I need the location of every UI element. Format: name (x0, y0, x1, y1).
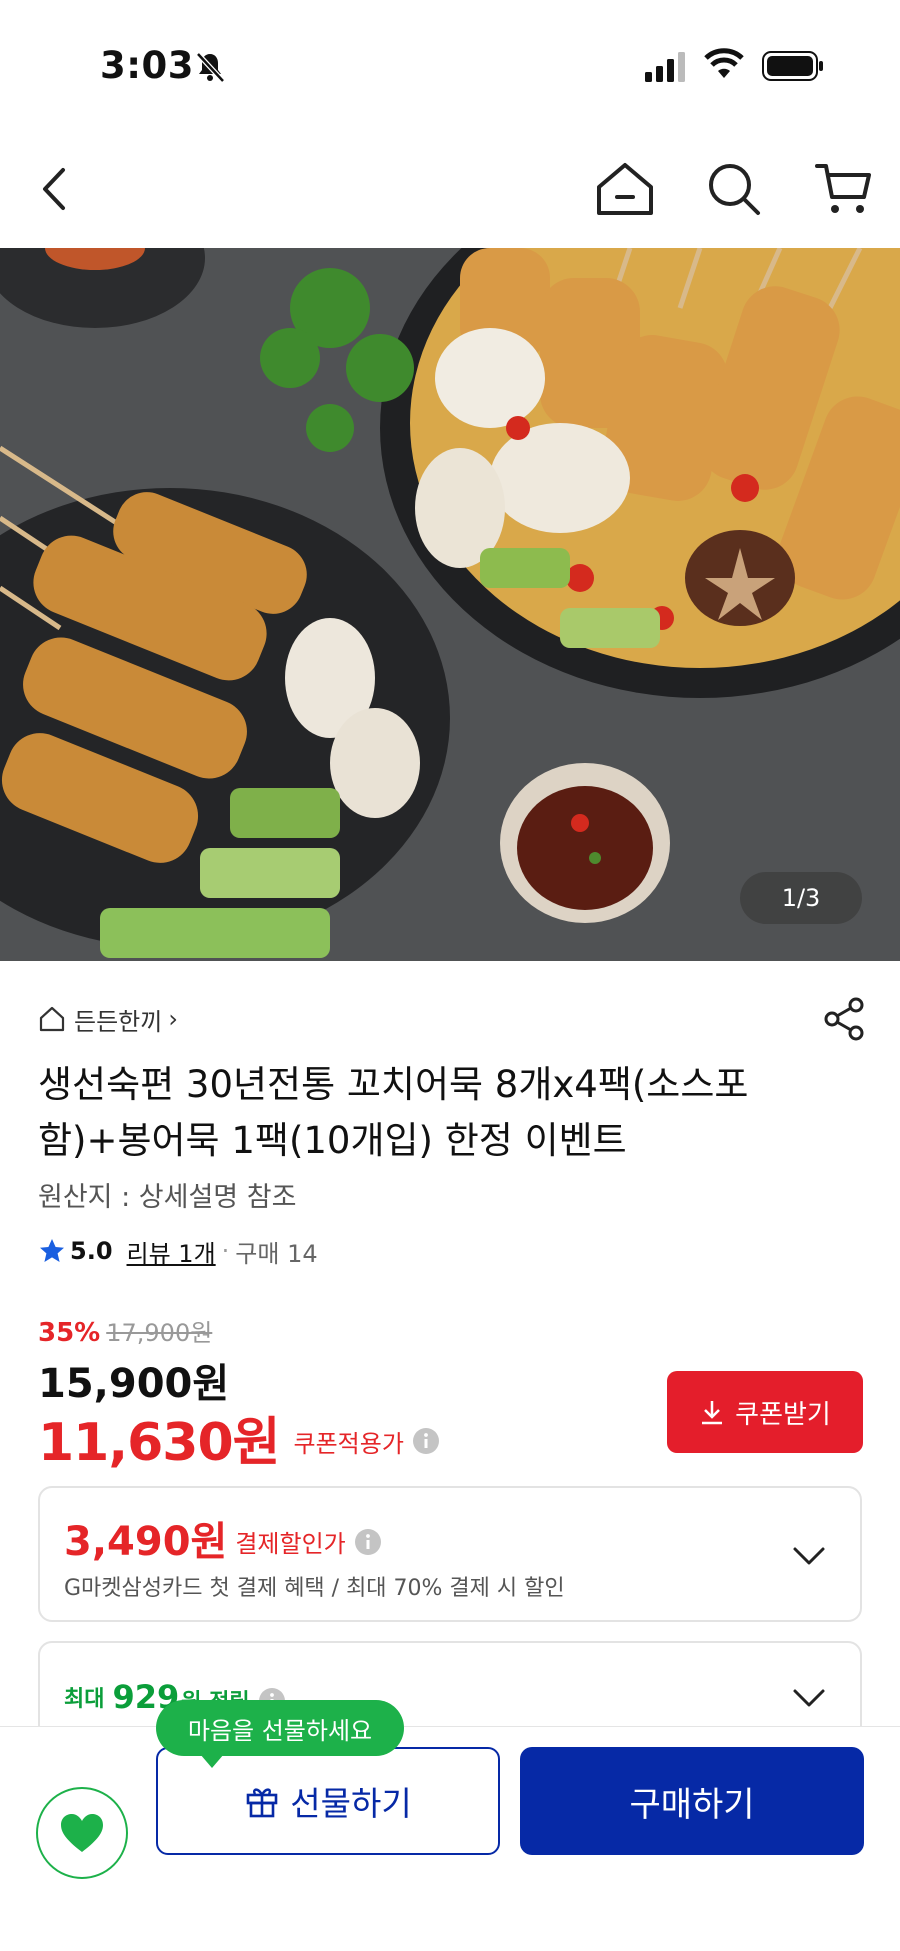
cart-icon (815, 164, 871, 213)
status-bar: 3:03 (0, 0, 900, 130)
breadcrumb[interactable]: 든든한끼 › (38, 1001, 178, 1037)
purchase-count: 구매 14 (235, 1239, 318, 1268)
cart-button[interactable] (806, 152, 880, 226)
rating-score: 5.0 (70, 1237, 113, 1265)
coupon-price: 11,630원 (38, 1412, 281, 1473)
bottom-action-bar: 선물하기 구매하기 (0, 1726, 900, 1951)
chevron-right-icon: › (168, 1005, 178, 1033)
fishcake-skewers-photo (0, 248, 900, 961)
coupon-download-button[interactable]: 쿠폰받기 (667, 1371, 863, 1453)
payment-discount-amount: 3,490원 (64, 1519, 228, 1565)
status-time: 3:03 (100, 44, 195, 87)
separator-dot: · (221, 1237, 230, 1265)
wifi-icon (704, 48, 744, 78)
product-title: 생선숙편 30년전통 꼬치어묵 8개x4팩(소스포함)+봉어묵 1팩(10개입)… (38, 1063, 749, 1162)
star-icon (40, 1239, 64, 1262)
info-icon[interactable] (412, 1427, 440, 1455)
battery-icon (762, 51, 823, 81)
wishlist-button[interactable] (36, 1787, 128, 1879)
home-icon (597, 163, 653, 215)
reward-max-label: 최대 (64, 1687, 105, 1712)
home-outline-icon (39, 1006, 65, 1032)
payment-discount-description: G마켓삼성카드 첫 결제 혜택 / 최대 70% 결제 시 할인 (64, 1576, 565, 1601)
coupon-price-label: 쿠폰적용가 (293, 1429, 404, 1458)
original-price: 17,900원 (106, 1319, 213, 1347)
chevron-left-icon (43, 168, 65, 210)
breadcrumb-label: 든든한끼 (74, 1007, 163, 1036)
buy-button[interactable]: 구매하기 (520, 1747, 864, 1855)
top-navigation (0, 130, 900, 248)
chevron-down-icon (793, 1547, 825, 1565)
review-link[interactable]: 리뷰 1개 (127, 1234, 216, 1269)
discount-rate: 35% (38, 1318, 101, 1348)
info-icon[interactable] (354, 1528, 382, 1556)
discount-row: 35% 17,900원 (38, 1313, 213, 1348)
cellular-signal-icon (645, 52, 685, 82)
coupon-button-label: 쿠폰받기 (735, 1399, 831, 1430)
payment-discount-card[interactable]: 3,490원 결제할인가 G마켓삼성카드 첫 결제 혜택 / 최대 70% 결제… (38, 1486, 862, 1622)
gift-tooltip: 마음을 선물하세요 (156, 1700, 404, 1768)
search-button[interactable] (697, 152, 771, 226)
product-image[interactable] (0, 248, 900, 961)
heart-icon (61, 1814, 103, 1852)
rating-row: 5.0 리뷰 1개 · 구매 14 (38, 1233, 318, 1269)
back-button[interactable] (18, 152, 92, 226)
home-button[interactable] (588, 152, 662, 226)
gift-icon (246, 1788, 278, 1818)
gift-button-label: 선물하기 (290, 1784, 412, 1823)
image-counter: 1/3 (740, 872, 862, 924)
coupon-price-row: 11,630원 쿠폰적용가 (38, 1407, 440, 1473)
bell-muted-icon (196, 52, 225, 83)
chevron-down-icon (793, 1689, 825, 1707)
share-icon[interactable] (820, 995, 868, 1043)
download-icon (702, 1401, 723, 1425)
payment-discount-header: 3,490원 결제할인가 (64, 1510, 382, 1566)
search-icon (709, 164, 760, 215)
origin-info: 원산지 : 상세설명 참조 (38, 1182, 297, 1213)
payment-discount-label: 결제할인가 (235, 1529, 346, 1558)
